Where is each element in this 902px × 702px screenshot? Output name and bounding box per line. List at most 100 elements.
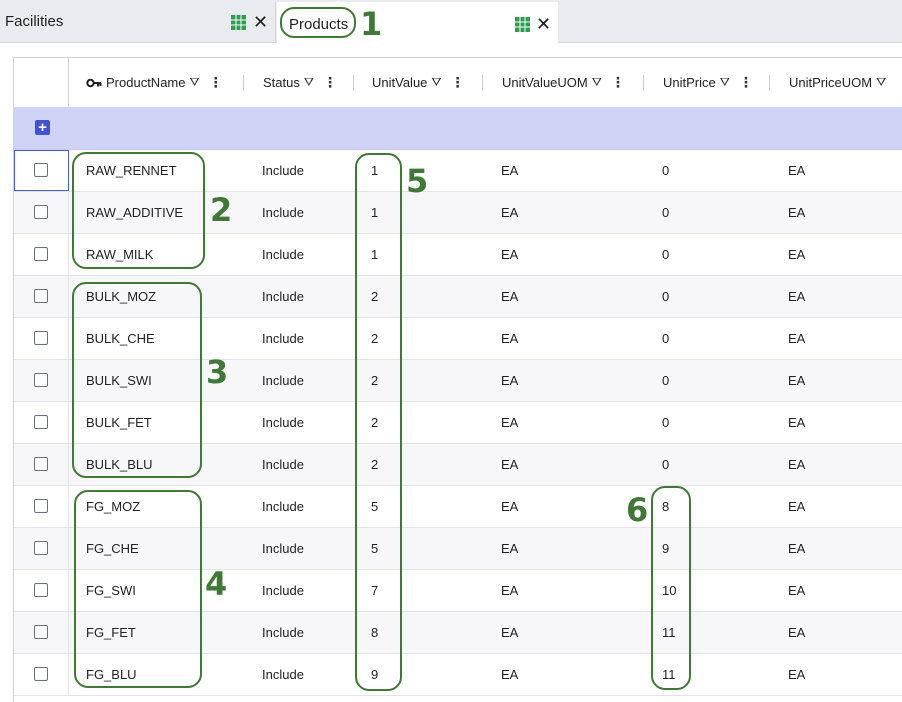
row-checkbox[interactable] — [34, 415, 48, 429]
cell-unitvalueuom[interactable]: EA — [501, 570, 518, 611]
cell-unitvalue[interactable]: 2 — [371, 444, 378, 485]
table-row[interactable]: BULK_BLU Include 2 EA 0 EA — [14, 444, 902, 486]
close-icon[interactable]: ✕ — [536, 15, 551, 33]
row-select-cell[interactable] — [14, 192, 69, 233]
row-select-cell[interactable] — [14, 612, 69, 653]
cell-productname[interactable]: FG_SWI — [86, 570, 136, 611]
table-row[interactable]: BULK_FET Include 2 EA 0 EA — [14, 402, 902, 444]
row-checkbox[interactable] — [34, 289, 48, 303]
cell-unitvalue[interactable]: 9 — [371, 654, 378, 695]
cell-unitprice[interactable]: 0 — [662, 192, 669, 233]
row-select-cell[interactable] — [14, 570, 69, 611]
cell-unitvalue[interactable]: 1 — [371, 192, 378, 233]
row-select-cell[interactable] — [14, 150, 69, 191]
cell-status[interactable]: Include — [262, 234, 304, 275]
cell-unitvalueuom[interactable]: EA — [501, 234, 518, 275]
row-checkbox[interactable] — [34, 373, 48, 387]
table-row[interactable]: FG_SWI Include 7 EA 10 EA — [14, 570, 902, 612]
cell-unitprice[interactable]: 0 — [662, 444, 669, 485]
cell-unitvalue[interactable]: 2 — [371, 360, 378, 401]
cell-productname[interactable]: BULK_MOZ — [86, 276, 156, 317]
cell-unitvalueuom[interactable]: EA — [501, 486, 518, 527]
cell-unitvalueuom[interactable]: EA — [501, 150, 518, 191]
cell-unitpriceuom[interactable]: EA — [788, 318, 805, 359]
column-header-status[interactable]: Status ⛛ ⋮ — [244, 58, 354, 107]
cell-unitprice[interactable]: 11 — [662, 654, 676, 695]
cell-unitpriceuom[interactable]: EA — [788, 150, 805, 191]
cell-productname[interactable]: RAW_MILK — [86, 234, 153, 275]
table-row[interactable]: FG_MOZ Include 5 EA 8 EA — [14, 486, 902, 528]
table-row[interactable]: RAW_ADDITIVE Include 1 EA 0 EA — [14, 192, 902, 234]
table-row[interactable]: FG_CHE Include 5 EA 9 EA — [14, 528, 902, 570]
cell-unitvalueuom[interactable]: EA — [501, 192, 518, 233]
row-checkbox[interactable] — [34, 331, 48, 345]
column-menu-icon[interactable]: ⋮ — [451, 74, 465, 91]
cell-status[interactable]: Include — [262, 654, 304, 695]
cell-productname[interactable]: BULK_CHE — [86, 318, 155, 359]
row-select-cell[interactable] — [14, 276, 69, 317]
filter-icon[interactable]: ⛛ — [431, 75, 441, 90]
cell-unitpriceuom[interactable]: EA — [788, 528, 805, 569]
row-select-cell[interactable] — [14, 318, 69, 359]
cell-unitvalue[interactable]: 7 — [371, 570, 378, 611]
filter-icon[interactable]: ⛛ — [304, 75, 314, 90]
row-select-cell[interactable] — [14, 444, 69, 485]
cell-unitpriceuom[interactable]: EA — [788, 402, 805, 443]
cell-productname[interactable]: BULK_BLU — [86, 444, 152, 485]
row-select-cell[interactable] — [14, 402, 69, 443]
cell-status[interactable]: Include — [262, 486, 304, 527]
cell-unitvalueuom[interactable]: EA — [501, 444, 518, 485]
table-row[interactable]: BULK_CHE Include 2 EA 0 EA — [14, 318, 902, 360]
cell-unitpriceuom[interactable]: EA — [788, 192, 805, 233]
cell-unitpriceuom[interactable]: EA — [788, 654, 805, 695]
table-row[interactable]: BULK_MOZ Include 2 EA 0 EA — [14, 276, 902, 318]
cell-unitprice[interactable]: 8 — [662, 486, 669, 527]
cell-status[interactable]: Include — [262, 612, 304, 653]
row-select-cell[interactable] — [14, 486, 69, 527]
cell-unitprice[interactable]: 0 — [662, 318, 669, 359]
cell-unitvalue[interactable]: 2 — [371, 402, 378, 443]
cell-unitpriceuom[interactable]: EA — [788, 234, 805, 275]
cell-unitprice[interactable]: 0 — [662, 234, 669, 275]
filter-icon[interactable]: ⛛ — [876, 75, 886, 90]
row-select-cell[interactable] — [14, 234, 69, 275]
table-row[interactable]: RAW_MILK Include 1 EA 0 EA — [14, 234, 902, 276]
cell-productname[interactable]: RAW_ADDITIVE — [86, 192, 183, 233]
tab-facilities[interactable]: Facilities ✕ — [0, 2, 276, 42]
cell-unitprice[interactable]: 9 — [662, 528, 669, 569]
cell-unitprice[interactable]: 0 — [662, 276, 669, 317]
cell-unitvalue[interactable]: 2 — [371, 276, 378, 317]
cell-unitprice[interactable]: 11 — [662, 612, 676, 653]
cell-unitprice[interactable]: 0 — [662, 150, 669, 191]
cell-unitvalueuom[interactable]: EA — [501, 528, 518, 569]
cell-status[interactable]: Include — [262, 150, 304, 191]
cell-unitpriceuom[interactable]: EA — [788, 276, 805, 317]
cell-unitprice[interactable]: 0 — [662, 360, 669, 401]
row-checkbox[interactable] — [34, 667, 48, 681]
column-header-unitprice[interactable]: UnitPrice ⛛ ⋮ — [644, 58, 770, 107]
column-menu-icon[interactable]: ⋮ — [739, 74, 753, 91]
cell-productname[interactable]: BULK_SWI — [86, 360, 152, 401]
row-select-cell[interactable] — [14, 654, 69, 695]
column-header-unitpriceuom[interactable]: UnitPriceUOM ⛛ — [770, 58, 902, 107]
row-select-cell[interactable] — [14, 360, 69, 401]
add-row-button[interactable]: + — [35, 120, 50, 135]
cell-unitvalueuom[interactable]: EA — [501, 276, 518, 317]
cell-status[interactable]: Include — [262, 360, 304, 401]
cell-status[interactable]: Include — [262, 570, 304, 611]
cell-productname[interactable]: FG_FET — [86, 612, 136, 653]
cell-productname[interactable]: RAW_RENNET — [86, 150, 177, 191]
cell-productname[interactable]: FG_BLU — [86, 654, 137, 695]
column-header-unitvalue[interactable]: UnitValue ⛛ ⋮ — [354, 58, 483, 107]
row-checkbox[interactable] — [34, 541, 48, 555]
cell-productname[interactable]: FG_MOZ — [86, 486, 140, 527]
table-row[interactable]: RAW_RENNET Include 1 EA 0 EA — [14, 150, 902, 192]
cell-unitvalue[interactable]: 1 — [371, 150, 378, 191]
cell-unitvalueuom[interactable]: EA — [501, 402, 518, 443]
cell-unitvalueuom[interactable]: EA — [501, 612, 518, 653]
column-menu-icon[interactable]: ⋮ — [611, 74, 625, 91]
cell-unitvalue[interactable]: 1 — [371, 234, 378, 275]
column-menu-icon[interactable]: ⋮ — [209, 74, 223, 91]
cell-productname[interactable]: FG_CHE — [86, 528, 139, 569]
cell-unitvalue[interactable]: 2 — [371, 318, 378, 359]
